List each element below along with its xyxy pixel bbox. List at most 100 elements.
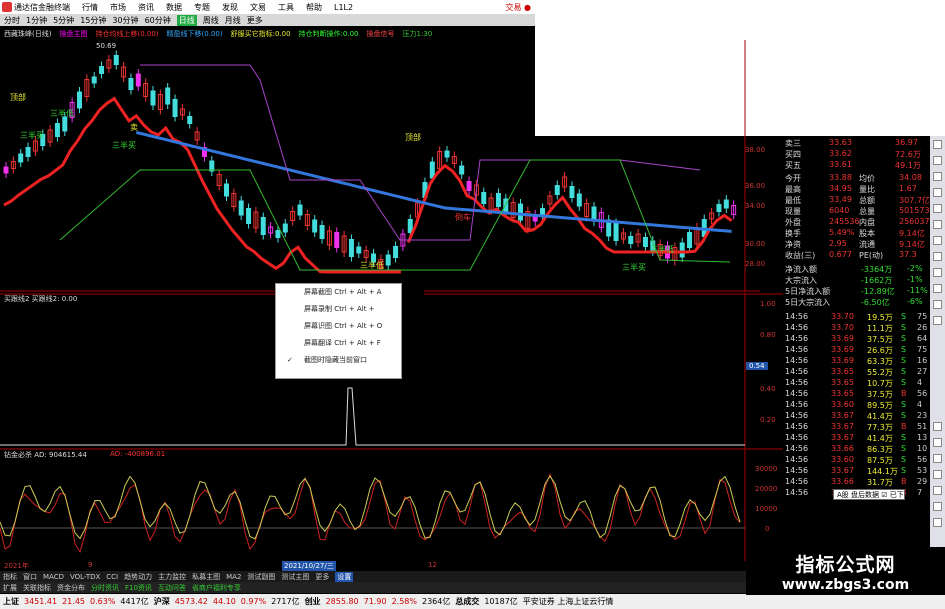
bottom-tab[interactable]: 窗口 <box>23 572 37 582</box>
menu-item[interactable]: 专题 <box>194 2 210 13</box>
bottom-tab[interactable]: 主力监控 <box>158 572 186 582</box>
chart-marker: 三半低 <box>50 108 74 118</box>
candle-body <box>407 219 413 233</box>
period-tab[interactable]: 30分钟 <box>112 15 138 26</box>
period-tabs: 分时 1分钟 5分钟 15分钟 30分钟 60分钟 日线 周线 月线 更多 <box>0 14 535 26</box>
index-value: 2855.80 <box>325 597 359 606</box>
menu-translate[interactable]: 屏幕翻译 Ctrl + Alt + F <box>276 335 401 352</box>
bottom-tab-active[interactable]: 设置 <box>335 571 354 582</box>
tool-icon[interactable] <box>933 268 942 277</box>
quote-cell: 1.67 <box>899 184 917 193</box>
tool-icon[interactable] <box>933 438 942 447</box>
bottom-tab[interactable]: 测试副图 <box>247 572 275 582</box>
tool-icon[interactable] <box>933 140 942 149</box>
candle-body <box>444 150 450 158</box>
tool-icon[interactable] <box>933 172 942 181</box>
quote-cell: 63.3万 <box>867 357 893 366</box>
menu-item[interactable]: 帮助 <box>306 2 322 13</box>
tool-icon[interactable] <box>933 252 942 261</box>
quote-cell: 86.3万 <box>867 445 893 454</box>
menu-screenshot[interactable]: 屏幕截图 Ctrl + Alt + A <box>276 284 401 301</box>
bottom-tab[interactable]: VOL-TDX <box>70 573 100 581</box>
menu-item[interactable]: 发现 <box>222 2 238 13</box>
trade-button[interactable]: 交易 ● <box>505 2 531 13</box>
quote-cell: 75 <box>917 312 928 321</box>
quote-cell: S <box>901 356 907 365</box>
tool-icon[interactable] <box>933 220 942 229</box>
index-name[interactable]: 创业 <box>305 596 321 607</box>
bottom-tab[interactable]: 指标 <box>3 572 17 582</box>
info-tab[interactable]: 关联指标 <box>23 583 51 593</box>
menu-ocr[interactable]: 屏幕识图 Ctrl + Alt + O <box>276 318 401 335</box>
quote-cell: 14:56 <box>785 455 809 464</box>
quote-cell: 36.97 <box>895 138 918 147</box>
quote-cell: 56 <box>917 389 928 398</box>
candle-body <box>54 123 60 137</box>
indicator-label[interactable]: 操盘主图 <box>59 29 87 39</box>
info-tab[interactable]: F10资讯 <box>125 583 152 593</box>
tool-icon[interactable] <box>933 518 942 527</box>
tool-icon[interactable] <box>933 156 942 165</box>
menu-item[interactable]: 市场 <box>110 2 126 13</box>
quote-row: 5日净流入额 -12.89亿 -11% <box>783 286 930 296</box>
quote-cell: 总量 <box>859 207 875 216</box>
quote-row: 外盘 245536 内盘 256037 <box>783 217 930 227</box>
bottom-tab[interactable]: MACD <box>43 573 64 581</box>
index-name[interactable]: 沪深 <box>154 596 170 607</box>
indicator-label: 操盘信号 <box>366 29 395 38</box>
period-tab[interactable]: 月线 <box>225 15 241 26</box>
quote-cell: 37.5万 <box>867 335 893 344</box>
period-tab-active[interactable]: 日线 <box>176 14 197 26</box>
bottom-tab[interactable]: 趋势动力 <box>124 572 152 582</box>
period-tab[interactable]: 5分钟 <box>53 15 74 26</box>
quote-cell: 14:56 <box>785 334 809 343</box>
quote-cell: 最低 <box>785 196 801 205</box>
tool-icon[interactable] <box>933 454 942 463</box>
tool-icon[interactable] <box>933 470 942 479</box>
ad-pane[interactable] <box>0 448 783 561</box>
menu-item[interactable]: L1L2 <box>334 3 353 12</box>
menu-item[interactable]: 资讯 <box>138 2 154 13</box>
quote-cell: -6.50亿 <box>861 298 890 307</box>
quote-cell: 外盘 <box>785 218 801 227</box>
tool-icon[interactable] <box>933 284 942 293</box>
quote-cell: 26 <box>917 323 928 332</box>
menu-item[interactable]: 工具 <box>278 2 294 13</box>
bottom-tab[interactable]: 私募主图 <box>192 572 220 582</box>
info-tab[interactable]: 分时资讯 <box>91 583 119 593</box>
menu-item[interactable]: 文易 <box>250 2 266 13</box>
tool-icon[interactable] <box>933 316 942 325</box>
period-tab[interactable]: 更多 <box>247 15 263 26</box>
tool-icon[interactable] <box>933 502 942 511</box>
period-tab[interactable]: 周线 <box>203 15 219 26</box>
quote-cell: 33.65 <box>831 378 854 387</box>
download-tooltip[interactable]: A股 盘后数据 ☑ 已下载 <box>833 489 905 509</box>
quote-cell: S <box>901 378 907 387</box>
info-tab[interactable]: 扩展 <box>3 583 17 593</box>
candle-body <box>238 200 244 216</box>
bottom-tab[interactable]: MA2 <box>226 573 241 581</box>
tool-icon[interactable] <box>933 204 942 213</box>
candlestick-chart[interactable]: 50.69顶部三半买三半低卖三半买三半低顶部倒车三半买三半低 <box>0 40 760 292</box>
bottom-tab[interactable]: CCI <box>106 573 118 581</box>
info-tab[interactable]: 资金分布 <box>57 583 85 593</box>
tool-icon[interactable] <box>933 422 942 431</box>
quote-cell: 总额 <box>859 196 875 205</box>
tool-icon[interactable] <box>933 300 942 309</box>
menu-item[interactable]: 数据 <box>166 2 182 13</box>
menu-record[interactable]: 屏幕录制 Ctrl + Alt + <box>276 301 401 318</box>
period-tab[interactable]: 1分钟 <box>26 15 47 26</box>
period-tab[interactable]: 15分钟 <box>80 15 106 26</box>
menu-hide-window[interactable]: ✓ 截图时隐藏当前窗口 <box>276 352 401 369</box>
index-name[interactable]: 上证 <box>3 596 19 607</box>
info-tab[interactable]: 互动问答 <box>158 583 186 593</box>
bottom-tab[interactable]: 更多 <box>315 572 329 582</box>
period-tab[interactable]: 分时 <box>4 15 20 26</box>
info-tab[interactable]: 省商户福利专享 <box>192 583 241 593</box>
menu-item[interactable]: 行情 <box>82 2 98 13</box>
tool-icon[interactable] <box>933 236 942 245</box>
period-tab[interactable]: 60分钟 <box>145 15 171 26</box>
tool-icon[interactable] <box>933 486 942 495</box>
tool-icon[interactable] <box>933 188 942 197</box>
bottom-tab[interactable]: 测试主图 <box>281 572 309 582</box>
